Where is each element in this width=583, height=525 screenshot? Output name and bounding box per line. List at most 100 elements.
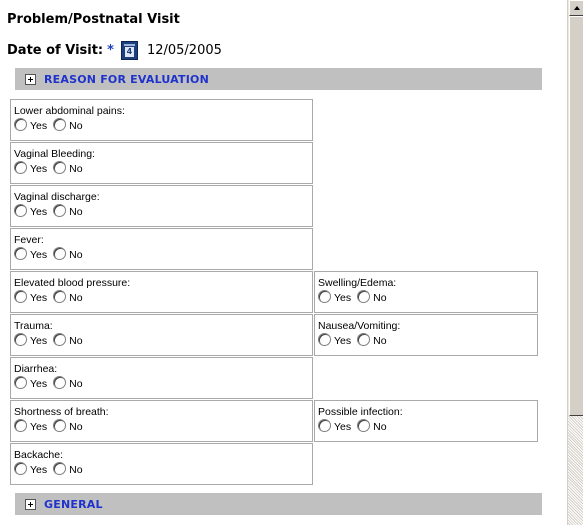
- no-label: No: [69, 163, 83, 175]
- yes-label: Yes: [30, 421, 48, 433]
- no-label: No: [69, 292, 83, 304]
- question-possible-infection: Possible infection: Yes No: [314, 400, 538, 442]
- question-label: Lower abdominal pains:: [14, 105, 125, 117]
- yes-radio[interactable]: [14, 375, 27, 389]
- yes-label: Yes: [30, 378, 48, 390]
- yes-radio[interactable]: [14, 332, 27, 346]
- radio-group: Yes No: [14, 375, 89, 390]
- yes-radio[interactable]: [318, 332, 331, 346]
- question-nausea-vomiting: Nausea/Vomiting: Yes No: [314, 314, 538, 356]
- question-label: Elevated blood pressure:: [14, 277, 131, 289]
- question-label: Diarrhea:: [14, 363, 58, 375]
- radio-group: Yes No: [14, 289, 89, 304]
- radio-group: Yes No: [14, 203, 89, 218]
- no-label: No: [69, 120, 83, 132]
- yes-label: Yes: [30, 206, 48, 218]
- question-label: Nausea/Vomiting:: [318, 320, 401, 332]
- question-label: Shortness of breath:: [14, 406, 109, 418]
- question-lower-abdominal-pains: Lower abdominal pains: Yes No: [10, 99, 313, 141]
- yes-radio[interactable]: [14, 289, 27, 303]
- no-radio[interactable]: [53, 203, 67, 217]
- yes-radio[interactable]: [14, 203, 27, 217]
- yes-label: Yes: [30, 292, 48, 304]
- date-of-visit-row: Date of Visit: * 4 12/05/2005: [7, 41, 222, 60]
- no-radio[interactable]: [357, 289, 371, 303]
- no-label: No: [69, 335, 83, 347]
- radio-group: Yes No: [318, 418, 393, 433]
- no-radio[interactable]: [53, 246, 67, 260]
- radio-group: Yes No: [14, 117, 89, 132]
- question-vaginal-bleeding: Vaginal Bleeding: Yes No: [10, 142, 313, 184]
- scroll-up-button[interactable]: [569, 0, 583, 16]
- no-radio[interactable]: [53, 332, 67, 346]
- scrollbar-thumb[interactable]: [569, 16, 583, 416]
- no-label: No: [373, 335, 387, 347]
- yes-label: Yes: [334, 335, 352, 347]
- no-label: No: [69, 249, 83, 261]
- question-label: Vaginal Bleeding:: [14, 148, 95, 160]
- no-radio[interactable]: [357, 332, 371, 346]
- yes-radio[interactable]: [14, 117, 27, 131]
- no-radio[interactable]: [53, 418, 67, 432]
- vertical-scrollbar[interactable]: [567, 0, 583, 525]
- radio-group: Yes No: [14, 332, 89, 347]
- required-marker: *: [107, 43, 114, 58]
- yes-radio[interactable]: [14, 418, 27, 432]
- no-radio[interactable]: [53, 160, 67, 174]
- question-label: Trauma:: [14, 320, 53, 332]
- scrollbar-track[interactable]: [568, 416, 583, 525]
- section-label: GENERAL: [44, 497, 103, 511]
- yes-label: Yes: [30, 120, 48, 132]
- radio-group: Yes No: [318, 332, 393, 347]
- yes-radio[interactable]: [318, 418, 331, 432]
- no-label: No: [69, 378, 83, 390]
- yes-radio[interactable]: [14, 160, 27, 174]
- no-radio[interactable]: [53, 375, 67, 389]
- up-arrow-icon: [574, 6, 580, 10]
- question-swelling-edema: Swelling/Edema: Yes No: [314, 271, 538, 313]
- no-radio[interactable]: [357, 418, 371, 432]
- yes-label: Yes: [30, 163, 48, 175]
- yes-label: Yes: [334, 292, 352, 304]
- question-shortness-of-breath: Shortness of breath: Yes No: [10, 400, 313, 442]
- radio-group: Yes No: [14, 246, 89, 261]
- yes-radio[interactable]: [318, 289, 331, 303]
- date-of-visit-label: Date of Visit:: [7, 43, 104, 58]
- section-general[interactable]: GENERAL: [15, 493, 542, 515]
- radio-group: Yes No: [14, 461, 89, 476]
- yes-radio[interactable]: [14, 246, 27, 260]
- question-fever: Fever: Yes No: [10, 228, 313, 270]
- no-radio[interactable]: [53, 117, 67, 131]
- no-radio[interactable]: [53, 461, 67, 475]
- page-title: Problem/Postnatal Visit: [7, 12, 180, 27]
- yes-radio[interactable]: [14, 461, 27, 475]
- question-elevated-blood-pressure: Elevated blood pressure: Yes No: [10, 271, 313, 313]
- section-reason-for-evaluation[interactable]: REASON FOR EVALUATION: [15, 68, 542, 90]
- question-label: Swelling/Edema:: [318, 277, 397, 289]
- question-diarrhea: Diarrhea: Yes No: [10, 357, 313, 399]
- radio-group: Yes No: [14, 418, 89, 433]
- no-label: No: [69, 206, 83, 218]
- question-trauma: Trauma: Yes No: [10, 314, 313, 356]
- question-label: Possible infection:: [318, 406, 403, 418]
- calendar-icon[interactable]: 4: [120, 41, 138, 60]
- radio-group: Yes No: [318, 289, 393, 304]
- calendar-icon-day: 4: [124, 47, 134, 57]
- yes-label: Yes: [30, 335, 48, 347]
- question-label: Vaginal discharge:: [14, 191, 100, 203]
- yes-label: Yes: [30, 249, 48, 261]
- radio-group: Yes No: [14, 160, 89, 175]
- date-of-visit-value[interactable]: 12/05/2005: [147, 43, 222, 58]
- yes-label: Yes: [334, 421, 352, 433]
- section-label: REASON FOR EVALUATION: [44, 72, 209, 86]
- expand-plus-icon[interactable]: [25, 73, 36, 85]
- question-backache: Backache: Yes No: [10, 443, 313, 485]
- no-label: No: [69, 421, 83, 433]
- form-page: Problem/Postnatal Visit Date of Visit: *…: [0, 0, 567, 525]
- no-label: No: [69, 464, 83, 476]
- no-label: No: [373, 421, 387, 433]
- expand-plus-icon[interactable]: [25, 498, 36, 510]
- no-radio[interactable]: [53, 289, 67, 303]
- yes-label: Yes: [30, 464, 48, 476]
- question-vaginal-discharge: Vaginal discharge: Yes No: [10, 185, 313, 227]
